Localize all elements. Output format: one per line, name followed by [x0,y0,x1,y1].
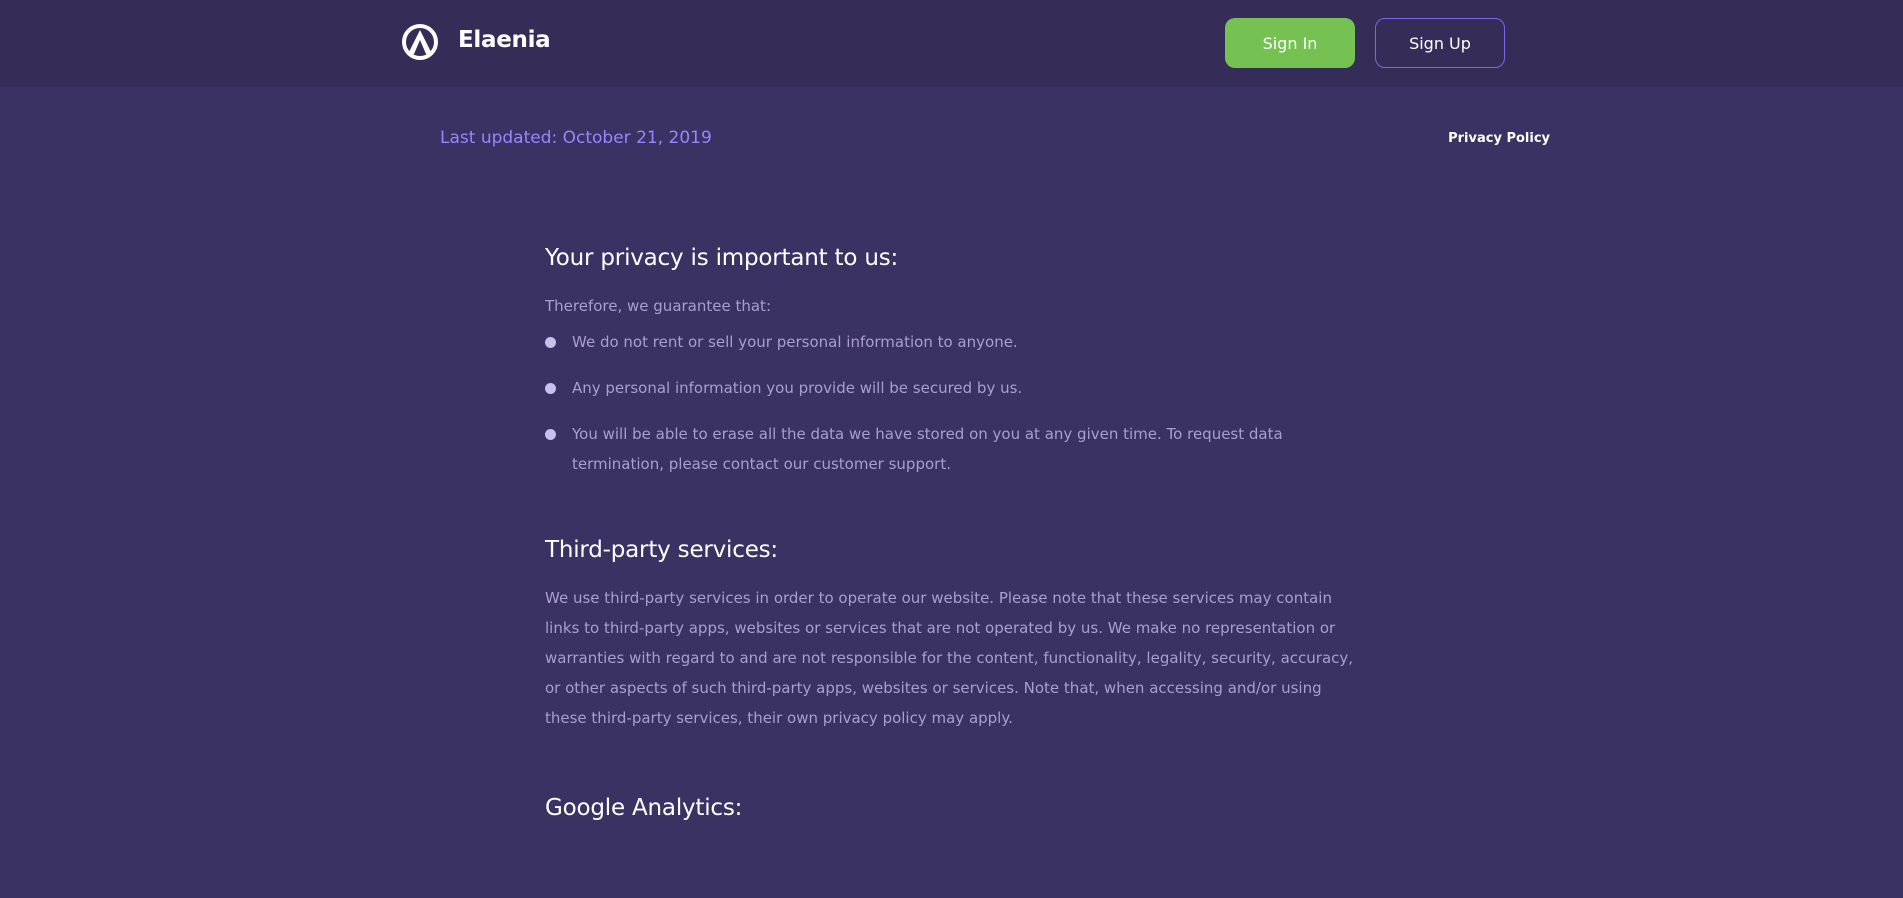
list-item: We do not rent or sell your personal inf… [545,327,1355,357]
list-item-text: Any personal information you provide wil… [572,379,1023,397]
list-item: You will be able to erase all the data w… [545,419,1355,479]
privacy-heading: Your privacy is important to us: [545,245,899,271]
breadcrumb-privacy-policy[interactable]: Privacy Policy [1448,131,1550,146]
brand-name[interactable]: Elaenia [458,27,551,53]
bullet-icon [545,383,556,394]
privacy-intro: Therefore, we guarantee that: [545,297,771,315]
analytics-heading: Google Analytics: [545,795,743,821]
third-party-heading: Third-party services: [545,537,778,563]
list-item-text: We do not rent or sell your personal inf… [572,333,1018,351]
top-navigation-bar: Elaenia Sign In Sign Up [0,0,1903,87]
last-updated-date: Last updated: October 21, 2019 [440,128,712,148]
privacy-guarantee-list: We do not rent or sell your personal inf… [545,327,1355,479]
list-item-text: You will be able to erase all the data w… [572,425,1283,473]
third-party-body: We use third-party services in order to … [545,589,1354,727]
third-party-section: Third-party services: We use third-party… [545,537,1355,733]
policy-content: Your privacy is important to us: Therefo… [545,245,1355,821]
bullet-icon [545,429,556,440]
elaenia-logo-icon[interactable] [402,24,438,60]
analytics-section: Google Analytics: [545,795,1355,821]
list-item: Any personal information you provide wil… [545,373,1355,403]
sign-in-button[interactable]: Sign In [1225,18,1355,68]
sign-up-button[interactable]: Sign Up [1375,18,1505,68]
bullet-icon [545,337,556,348]
privacy-section: Your privacy is important to us: Therefo… [545,245,1355,479]
